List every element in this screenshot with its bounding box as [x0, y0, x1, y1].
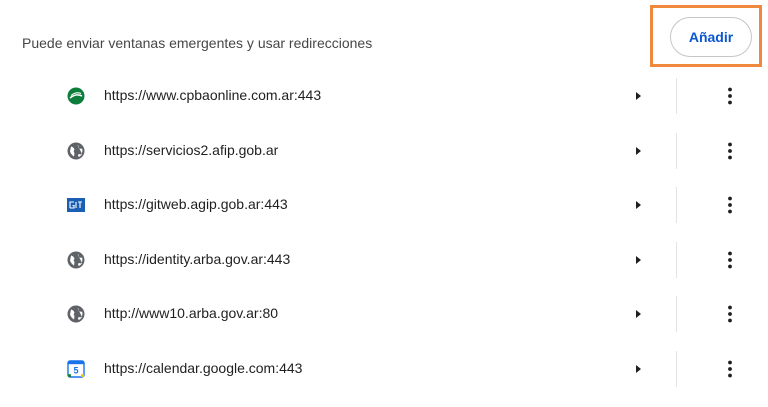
more-vert-icon[interactable] [717, 301, 743, 327]
google-calendar-icon: 5 [67, 359, 85, 378]
more-vert-icon[interactable] [717, 356, 743, 382]
site-row[interactable]: https://servicios2.afip.gob.ar [0, 123, 768, 178]
more-vert-icon[interactable] [717, 247, 743, 273]
more-vert-icon[interactable] [717, 83, 743, 109]
chevron-right-icon[interactable] [630, 143, 646, 159]
cpba-logo-icon [67, 87, 85, 105]
site-list: https://www.cpbaonline.com.ar:443 https:… [0, 68, 768, 395]
site-url: https://www.cpbaonline.com.ar:443 [104, 87, 322, 103]
site-url: https://servicios2.afip.gob.ar [104, 141, 279, 158]
chevron-right-icon[interactable] [630, 88, 646, 104]
globe-icon [67, 251, 85, 268]
divider [676, 132, 677, 169]
divider [676, 241, 677, 278]
site-url: https://calendar.google.com:443 [104, 359, 303, 376]
divider [676, 296, 677, 332]
git-logo-icon [67, 198, 85, 212]
site-row[interactable]: http://www10.arba.gov.ar:80 [0, 286, 768, 341]
site-url: https://identity.arba.gov.ar:443 [104, 250, 291, 267]
section-label: Puede enviar ventanas emergentes y usar … [22, 35, 373, 51]
divider [676, 187, 677, 223]
site-url: https://gitweb.agip.gob.ar:443 [104, 196, 288, 212]
globe-icon [67, 142, 85, 159]
globe-icon [67, 305, 85, 323]
more-vert-icon[interactable] [717, 138, 743, 164]
site-row[interactable]: https://www.cpbaonline.com.ar:443 [0, 68, 768, 123]
more-vert-icon[interactable] [717, 192, 743, 218]
site-url: http://www10.arba.gov.ar:80 [104, 305, 279, 321]
chevron-right-icon[interactable] [630, 252, 646, 268]
divider [676, 78, 677, 114]
chevron-right-icon[interactable] [630, 361, 646, 377]
site-row[interactable]: 5 https://calendar.google.com:443 [0, 341, 768, 396]
site-row[interactable]: https://identity.arba.gov.ar:443 [0, 232, 768, 287]
chevron-right-icon[interactable] [630, 306, 646, 322]
add-site-button[interactable]: Añadir [670, 17, 752, 57]
divider [676, 350, 677, 387]
site-row[interactable]: https://gitweb.agip.gob.ar:443 [0, 177, 768, 232]
chevron-right-icon[interactable] [630, 197, 646, 213]
calendar-day-number: 5 [73, 365, 78, 375]
